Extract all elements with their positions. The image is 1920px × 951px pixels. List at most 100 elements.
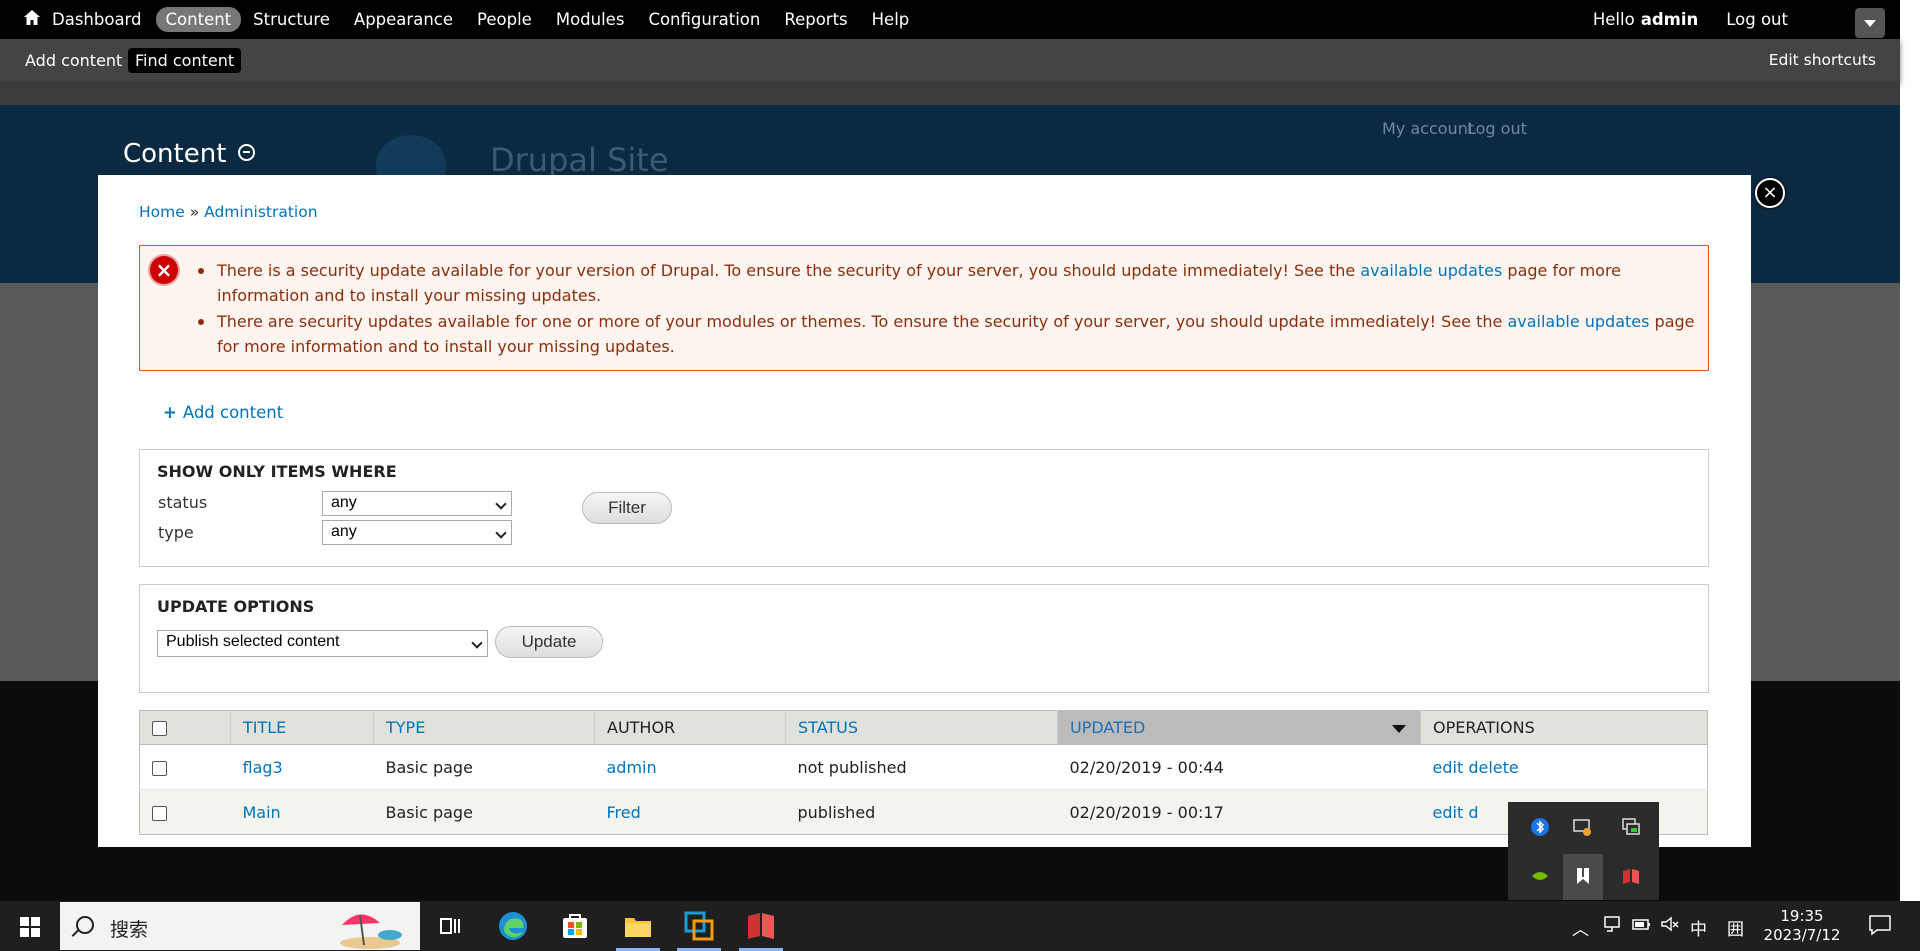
menu-help[interactable]: Help (872, 7, 910, 32)
sort-desc-icon (1392, 725, 1406, 733)
display-settings-icon[interactable] (1572, 817, 1592, 837)
add-content-link[interactable]: Add content (183, 403, 283, 422)
admin-toolbar: Dashboard Content Structure Appearance P… (0, 0, 1900, 39)
red-app-icon[interactable] (745, 910, 777, 942)
th-operations: OPERATIONS (1420, 710, 1708, 745)
row-author-link[interactable]: Fred (607, 803, 641, 822)
menu-content[interactable]: Content (155, 7, 242, 32)
row-title-link[interactable]: Main (243, 803, 281, 822)
bluetooth-icon[interactable] (1530, 817, 1550, 837)
row-status: not published (785, 744, 1058, 790)
overlay-dialog: Home » Administration × There is a secur… (98, 175, 1751, 847)
shortcut-add-content[interactable]: Add content (18, 48, 129, 73)
menu-modules[interactable]: Modules (556, 7, 625, 32)
operation-select[interactable]: Publish selected content (157, 630, 488, 657)
plus-icon: + (163, 403, 177, 422)
available-updates-link[interactable]: available updates (1360, 261, 1502, 280)
clock-date: 2023/7/12 (1763, 926, 1841, 944)
nvidia-icon[interactable] (1530, 866, 1550, 886)
battery-icon[interactable] (1632, 915, 1652, 933)
task-view-icon[interactable] (434, 910, 466, 942)
row-checkbox[interactable] (152, 760, 167, 776)
available-updates-link[interactable]: available updates (1507, 312, 1649, 331)
network-icon[interactable] (1604, 915, 1624, 933)
edit-shortcuts-link[interactable]: Edit shortcuts (1769, 51, 1876, 69)
site-name: Drupal Site (490, 141, 669, 179)
filter-legend: SHOW ONLY ITEMS WHERE (157, 462, 397, 481)
logout-link[interactable]: Log out (1726, 10, 1788, 29)
search-icon (76, 916, 94, 934)
row-delete-link[interactable]: d (1468, 803, 1478, 822)
volume-muted-icon[interactable] (1660, 915, 1680, 933)
my-account-link[interactable]: My account (1382, 119, 1474, 138)
update-options-legend: UPDATE OPTIONS (157, 597, 315, 616)
row-checkbox[interactable] (152, 805, 167, 821)
file-explorer-icon[interactable] (622, 910, 654, 942)
error-messages: × There is a security update available f… (139, 245, 1709, 371)
shortcut-find-content[interactable]: Find content (128, 48, 242, 73)
admin-menu: Dashboard Content Structure Appearance P… (52, 0, 933, 39)
ime-indicator[interactable]: 中 (1690, 915, 1707, 940)
th-title[interactable]: TITLE (230, 710, 374, 745)
vmware-icon[interactable] (683, 910, 715, 942)
row-type: Basic page (373, 744, 595, 790)
row-delete-link[interactable]: delete (1468, 758, 1518, 777)
task-switch-icon[interactable] (1621, 817, 1641, 837)
add-content-action[interactable]: + Add content (163, 403, 283, 422)
row-status: published (785, 789, 1058, 835)
windows-taskbar: 搜索 ︿ 中 囲 19:35 2023/7/12 (0, 901, 1920, 951)
windows-start-icon[interactable] (20, 917, 40, 937)
tray-overflow-popup (1508, 802, 1659, 900)
menu-dashboard[interactable]: Dashboard (52, 7, 142, 32)
user-area: Hello admin Log out (1593, 0, 1788, 39)
message-item: There is a security update available for… (196, 258, 1696, 308)
select-all-cell (139, 710, 231, 745)
show-hidden-icons-chevron-icon[interactable]: ︿ (1572, 915, 1589, 940)
search-placeholder: 搜索 (110, 919, 149, 941)
taskbar-clock[interactable]: 19:35 2023/7/12 (1756, 907, 1848, 945)
overlay-title: Content (123, 139, 256, 169)
breadcrumb: Home » Administration (139, 203, 318, 221)
th-type[interactable]: TYPE (373, 710, 595, 745)
edge-browser-icon[interactable] (497, 910, 529, 942)
row-type: Basic page (373, 789, 595, 835)
overlay-close-button[interactable]: × (1755, 178, 1785, 208)
user-name[interactable]: admin (1641, 10, 1699, 29)
menu-configuration[interactable]: Configuration (648, 7, 760, 32)
shortcuts-toggle-button[interactable] (1855, 8, 1885, 38)
breadcrumb-administration[interactable]: Administration (204, 203, 317, 221)
row-edit-link[interactable]: edit (1433, 758, 1464, 777)
collapse-icon[interactable] (238, 144, 256, 161)
notification-center-icon[interactable] (1868, 914, 1892, 936)
status-select[interactable]: any (322, 491, 512, 516)
microsoft-store-icon[interactable] (559, 910, 591, 942)
row-updated: 02/20/2019 - 00:17 (1057, 789, 1421, 835)
menu-reports[interactable]: Reports (784, 7, 847, 32)
update-button[interactable]: Update (495, 626, 603, 658)
filter-button[interactable]: Filter (582, 492, 672, 524)
row-title-link[interactable]: flag3 (243, 758, 283, 777)
clock-time: 19:35 (1780, 907, 1824, 925)
select-all-checkbox[interactable] (152, 721, 167, 736)
filter-fieldset: SHOW ONLY ITEMS WHERE status any type an… (139, 449, 1709, 567)
red-book-app-icon[interactable] (1621, 866, 1641, 886)
row-author-link[interactable]: admin (607, 758, 657, 777)
menu-structure[interactable]: Structure (253, 7, 330, 32)
error-icon: × (150, 256, 178, 284)
breadcrumb-home[interactable]: Home (139, 203, 185, 221)
menu-appearance[interactable]: Appearance (354, 7, 453, 32)
bg-logout-link[interactable]: Log out (1467, 119, 1527, 138)
th-status[interactable]: STATUS (785, 710, 1058, 745)
menu-people[interactable]: People (477, 7, 532, 32)
content-table: TITLE TYPE AUTHOR STATUS UPDATED OPERATI… (139, 710, 1708, 835)
home-icon[interactable] (22, 8, 42, 28)
th-author: AUTHOR (594, 710, 786, 745)
shortcuts-bar: Add content Find content Edit shortcuts (0, 39, 1900, 81)
bookmark-app-icon[interactable] (1573, 866, 1593, 886)
type-select[interactable]: any (322, 520, 512, 545)
table-row: Main Basic page Fred published 02/20/201… (139, 789, 1708, 835)
ime-mode-indicator[interactable]: 囲 (1727, 915, 1744, 940)
th-updated[interactable]: UPDATED (1057, 710, 1421, 745)
row-edit-link[interactable]: edit (1433, 803, 1464, 822)
row-updated: 02/20/2019 - 00:44 (1057, 744, 1421, 790)
